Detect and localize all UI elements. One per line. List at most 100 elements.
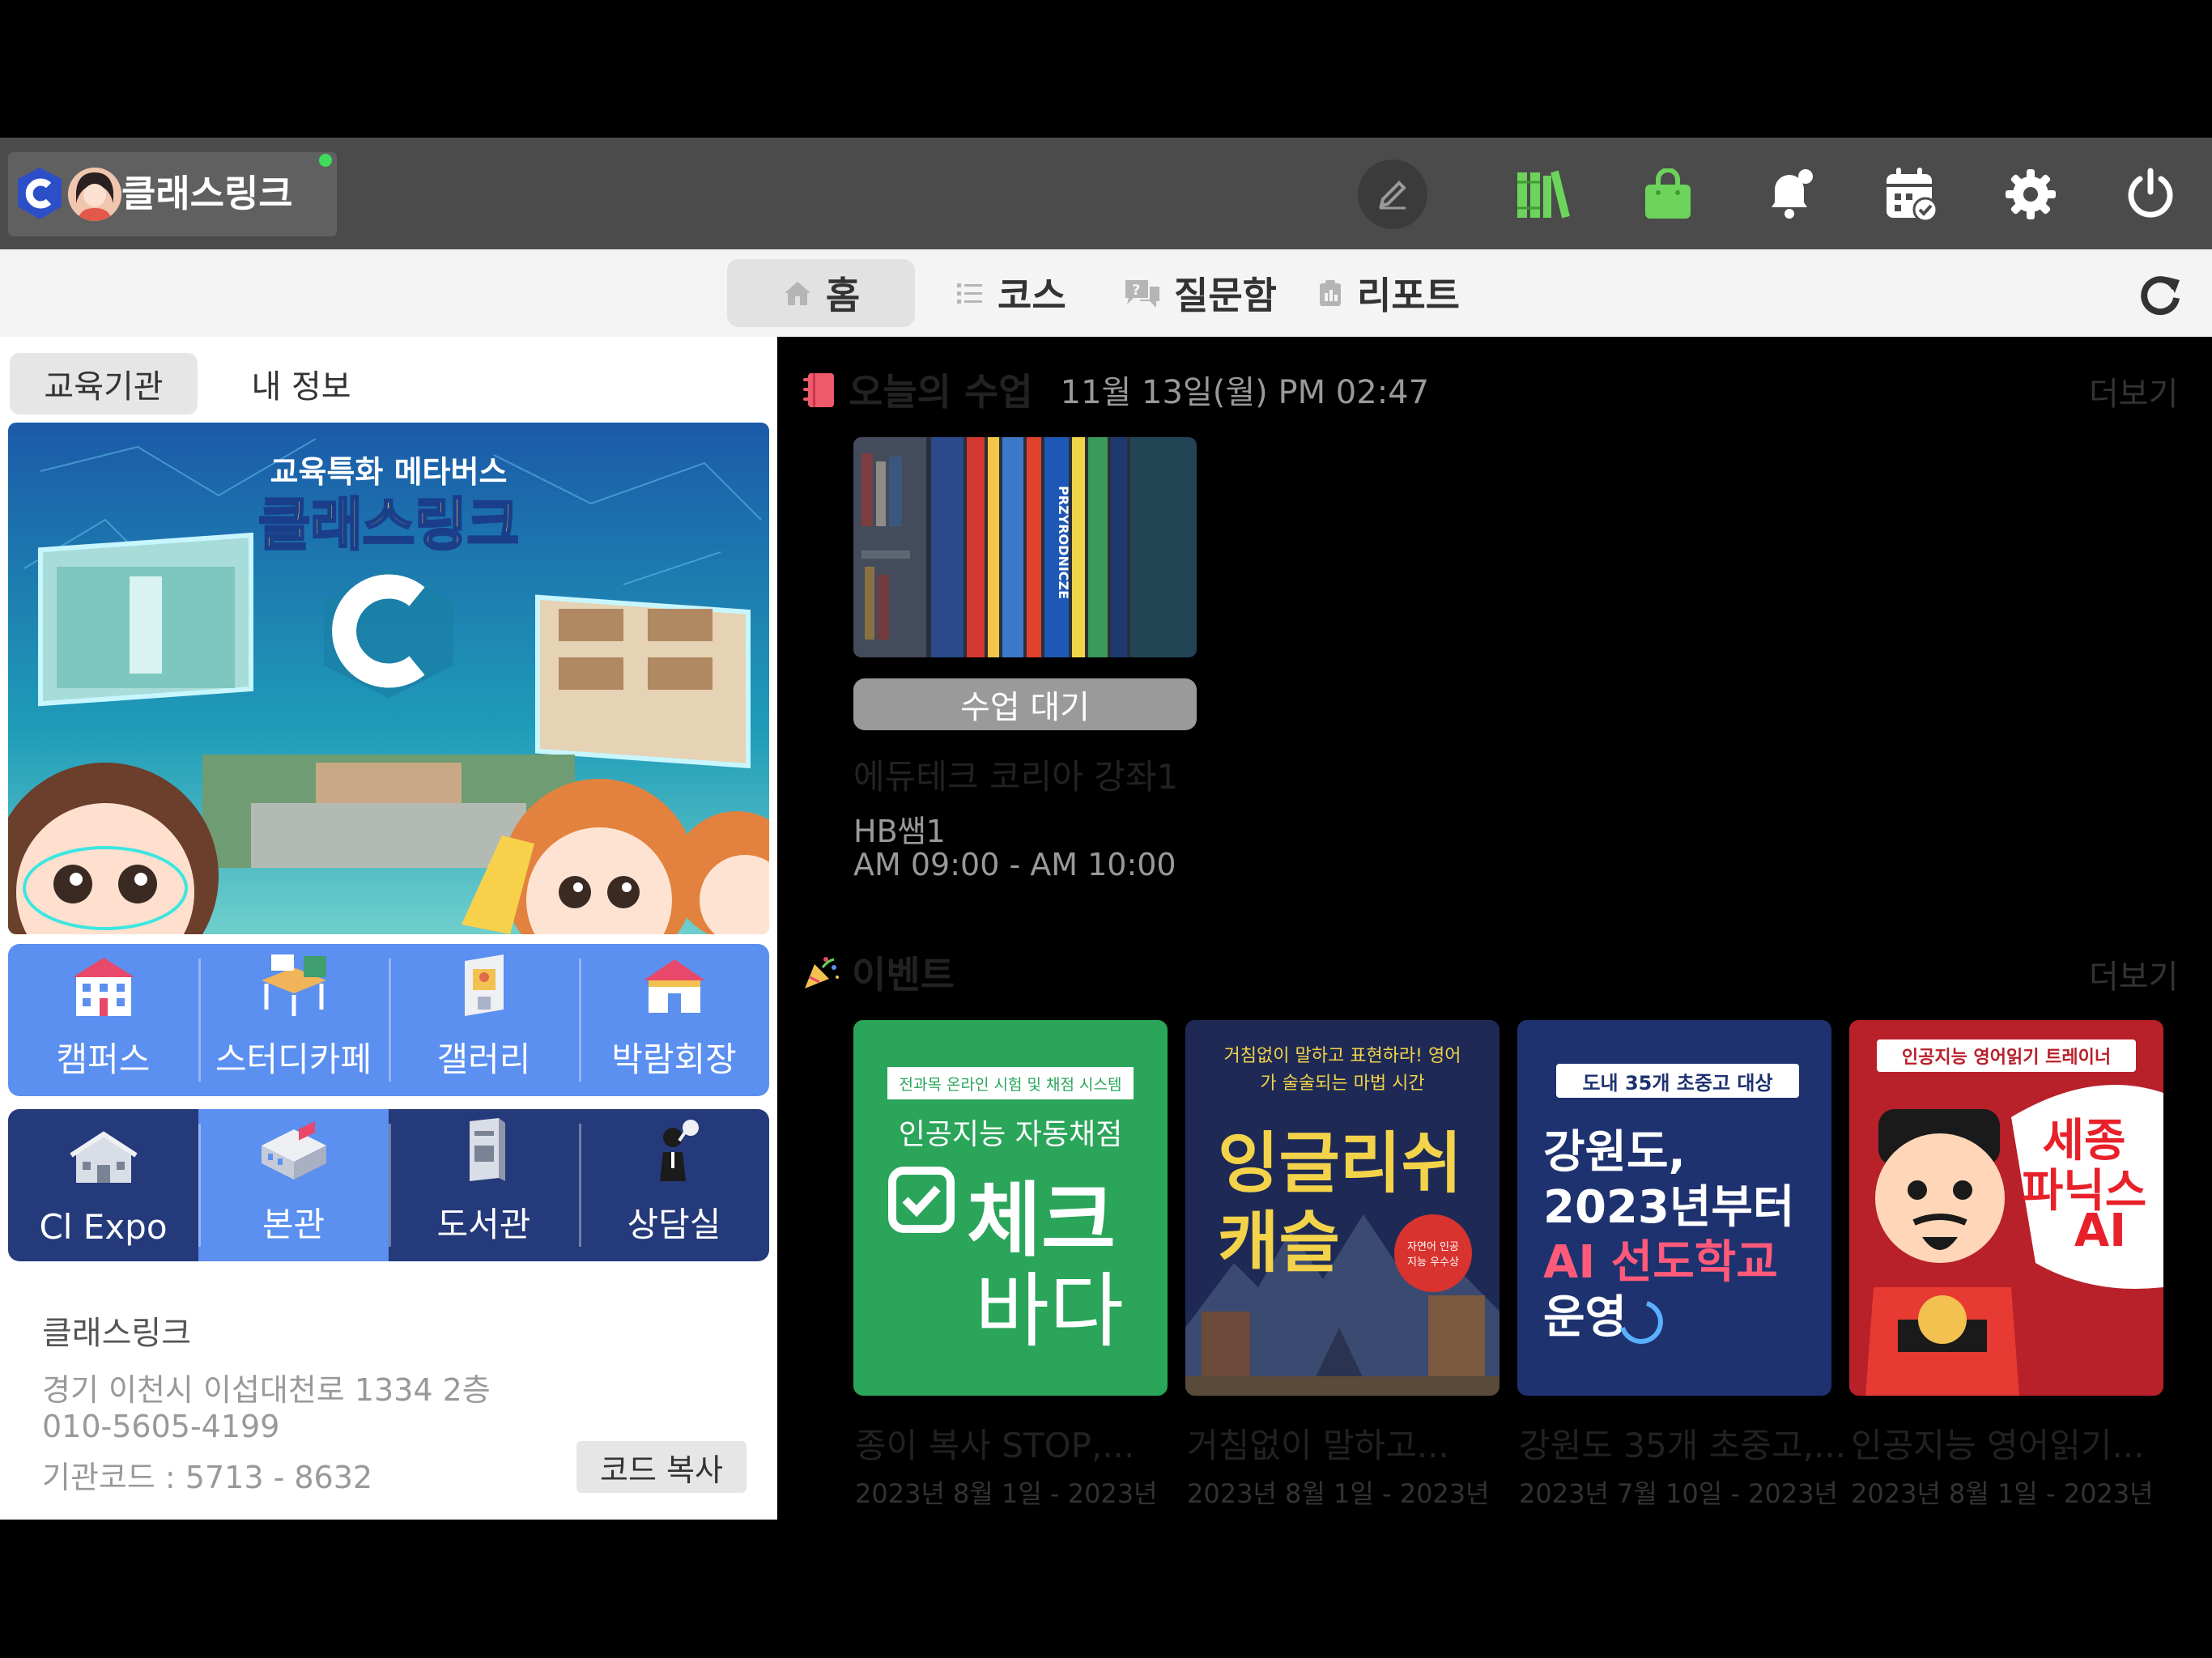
tab-my-info-label: 내 정보 (251, 368, 351, 406)
space-main-hall[interactable]: 본관 (198, 1109, 389, 1261)
today-class-title: 오늘의 수업 (849, 370, 1033, 414)
tab-my-info[interactable]: 내 정보 (207, 353, 395, 414)
institution-code: 기관코드 : 5713 - 8632 (42, 1460, 373, 1495)
study-cafe-icon (261, 954, 326, 1016)
app-name: 클래스링크 (121, 172, 293, 215)
tab-report[interactable]: 리포트 (1317, 259, 1460, 327)
event-2-title[interactable]: 거침없이 말하고... (1187, 1418, 1449, 1468)
event-2-award-badge: 자연어 인공지능 우수상 (1394, 1214, 1472, 1292)
event-1-line1: 인공지능 자동채점 (898, 1118, 1123, 1151)
tab-questions[interactable]: ? 질문함 (1122, 259, 1277, 327)
event-card-3[interactable]: 도내 35개 초중고 대상 강원도, 2023년부터 AI 선도학교 운영 (1517, 1020, 1831, 1396)
bell-icon[interactable] (1750, 157, 1828, 232)
tab-home[interactable]: 홈 (727, 259, 915, 327)
event-4-date: 2023년 8월 1일 - 2023년 (1851, 1478, 2154, 1509)
gear-icon[interactable] (1992, 157, 2069, 232)
space-exhibition-label: 박람회장 (611, 1039, 737, 1079)
campus-icon (72, 958, 134, 1016)
screen-letterbox-top (0, 0, 2212, 138)
event-2-line2: 캐슬 (1218, 1205, 1340, 1282)
nav-bar (0, 249, 2212, 337)
calendar-check-icon[interactable] (1872, 157, 1950, 232)
events-more-link[interactable]: 더보기 (2089, 950, 2178, 997)
space-library-label: 도서관 (436, 1205, 531, 1244)
tab-questions-label: 질문함 (1174, 274, 1277, 317)
space-exhibition[interactable]: 박람회장 (579, 944, 769, 1096)
counseling-icon (659, 1120, 699, 1181)
space-counseling[interactable]: 상담실 (579, 1109, 769, 1261)
institution-name: 클래스링크 (42, 1315, 191, 1352)
shopping-bag-icon[interactable] (1629, 157, 1707, 232)
space-campus[interactable]: 캠퍼스 (8, 944, 198, 1096)
today-class-more-link[interactable]: 더보기 (2089, 368, 2178, 414)
space-gallery-label: 갤러리 (436, 1039, 531, 1079)
books-icon[interactable] (1508, 157, 1585, 232)
svg-text:?: ? (1132, 282, 1140, 299)
checkbox-icon (888, 1167, 955, 1233)
event-2-tag: 거침없이 말하고 표현하라! 영어가 술술되는 마법 시간 (1223, 1046, 1461, 1094)
event-4-title[interactable]: 인공지능 영어읽기... (1851, 1418, 2145, 1468)
class-teacher: HB쌤1 (853, 814, 946, 849)
class-title[interactable]: 에듀테크 코리아 강좌1 (853, 750, 1178, 799)
space-study-cafe[interactable]: 스터디카페 (198, 944, 389, 1096)
space-cl-expo[interactable]: Cl Expo (8, 1109, 198, 1261)
pencil-icon[interactable] (1354, 157, 1431, 232)
event-card-1[interactable]: 전과목 온라인 시험 및 채점 시스템 인공지능 자동채점 체크 바다 (853, 1020, 1168, 1396)
today-class-header: 오늘의 수업 11월 13일(월) PM 02:47 (802, 363, 1429, 416)
tab-course[interactable]: 코스 (955, 259, 1066, 327)
event-1-line3: 바다 (975, 1264, 1124, 1358)
library-icon (469, 1118, 505, 1181)
event-3-tag: 도내 35개 초중고 대상 (1556, 1064, 1799, 1098)
metaverse-banner[interactable]: 교육특화 메타버스 클래스링크 (8, 423, 769, 934)
event-4-line3: AI (2074, 1205, 2127, 1257)
expo-icon (69, 1131, 138, 1183)
space-gallery[interactable]: 갤러리 (389, 944, 579, 1096)
party-popper-icon (805, 957, 839, 988)
notebook-icon (803, 373, 834, 407)
question-chat-icon: ? (1125, 280, 1159, 308)
event-3-title[interactable]: 강원도 35개 초중고,... (1519, 1418, 1846, 1468)
space-grid-row-1: 캠퍼스 스터디카페 갤러리 박람회장 (8, 944, 769, 1096)
class-status-badge[interactable]: 수업 대기 (853, 678, 1197, 730)
list-icon (957, 283, 982, 304)
tab-institution[interactable]: 교육기관 (10, 353, 198, 414)
event-card-4[interactable]: 인공지능 영어읽기 트레이너 세종 파닉스 AI (1849, 1020, 2163, 1396)
space-counseling-label: 상담실 (627, 1205, 721, 1244)
event-1-date: 2023년 8월 1일 - 2023년 (855, 1478, 1158, 1509)
space-campus-label: 캠퍼스 (56, 1039, 151, 1079)
screen-letterbox-bottom (0, 1520, 2212, 1658)
refresh-icon[interactable] (2129, 264, 2191, 325)
event-card-2[interactable]: 거침없이 말하고 표현하라! 영어가 술술되는 마법 시간 잉글리쉬 캐슬 자연… (1185, 1020, 1499, 1396)
events-title: 이벤트 (852, 953, 955, 997)
report-icon (1320, 280, 1341, 306)
online-status-dot (319, 154, 332, 167)
space-main-hall-label: 본관 (262, 1205, 325, 1244)
event-3-date: 2023년 7월 10일 - 2023년 (1519, 1478, 1838, 1509)
event-2-date: 2023년 8월 1일 - 2023년 (1187, 1478, 1490, 1509)
banner-subtitle: 교육특화 메타버스 (270, 454, 508, 490)
home-icon (784, 282, 810, 305)
tab-home-label: 홈 (825, 274, 861, 317)
space-cl-expo-label: Cl Expo (39, 1207, 168, 1247)
event-1-title[interactable]: 종이 복사 STOP,... (855, 1418, 1134, 1468)
space-grid-row-2: Cl Expo 본관 도서관 상담실 (8, 1109, 769, 1261)
space-library[interactable]: 도서관 (389, 1109, 579, 1261)
gallery-icon (464, 954, 504, 1016)
copy-code-button[interactable]: 코드 복사 (576, 1441, 747, 1493)
institution-address: 경기 이천시 이섭대천로 1334 2층 (42, 1372, 491, 1408)
tab-institution-label: 교육기관 (44, 368, 164, 406)
main-hall-icon (261, 1120, 326, 1180)
power-icon[interactable] (2112, 157, 2189, 232)
class-time: AM 09:00 - AM 10:00 (853, 847, 1176, 882)
classlink-logo-icon (15, 166, 65, 223)
class-thumbnail[interactable]: PRZYRODNICZE (853, 437, 1197, 657)
events-header: 이벤트 (802, 946, 955, 999)
exhibition-icon (643, 959, 705, 1013)
event-4-tag: 인공지능 영어읽기 트레이너 (1877, 1039, 2136, 1072)
today-class-datetime: 11월 13일(월) PM 02:47 (1060, 374, 1430, 411)
thumbnail-book-spine-text: PRZYRODNICZE (1056, 486, 1071, 599)
event-1-tag: 전과목 온라인 시험 및 채점 시스템 (887, 1067, 1134, 1099)
institution-phone: 010-5605-4199 (42, 1409, 280, 1444)
swirl-decoration-icon (1620, 1301, 1663, 1344)
banner-title: 클래스링크 (258, 491, 519, 558)
